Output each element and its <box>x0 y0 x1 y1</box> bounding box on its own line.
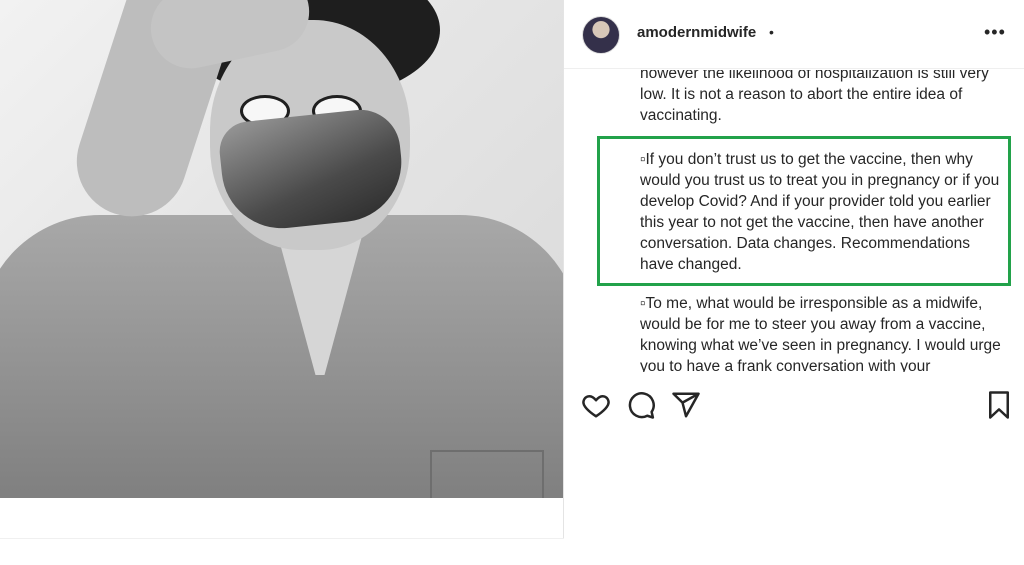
highlight-box <box>597 136 1011 286</box>
more-options-icon[interactable]: ••• <box>984 22 1006 43</box>
post-actions-bar <box>564 390 1024 426</box>
username-link[interactable]: amodernmidwife <box>637 24 756 41</box>
separator-dot: • <box>769 24 774 40</box>
caption-paragraph-3: ▫To me, what would be irresponsible as a… <box>640 295 1001 372</box>
avatar[interactable] <box>582 16 620 54</box>
share-icon[interactable] <box>671 390 703 422</box>
post-image[interactable] <box>0 0 563 498</box>
heart-icon[interactable] <box>581 390 613 422</box>
bookmark-icon[interactable] <box>984 390 1016 422</box>
comment-icon[interactable] <box>626 390 658 422</box>
pocket-shape <box>430 450 544 498</box>
post-header: amodernmidwife • ••• <box>564 0 1024 69</box>
caption-paragraph-1: however the likelihood of hospitalizatio… <box>640 70 989 124</box>
bottom-divider <box>0 538 564 539</box>
